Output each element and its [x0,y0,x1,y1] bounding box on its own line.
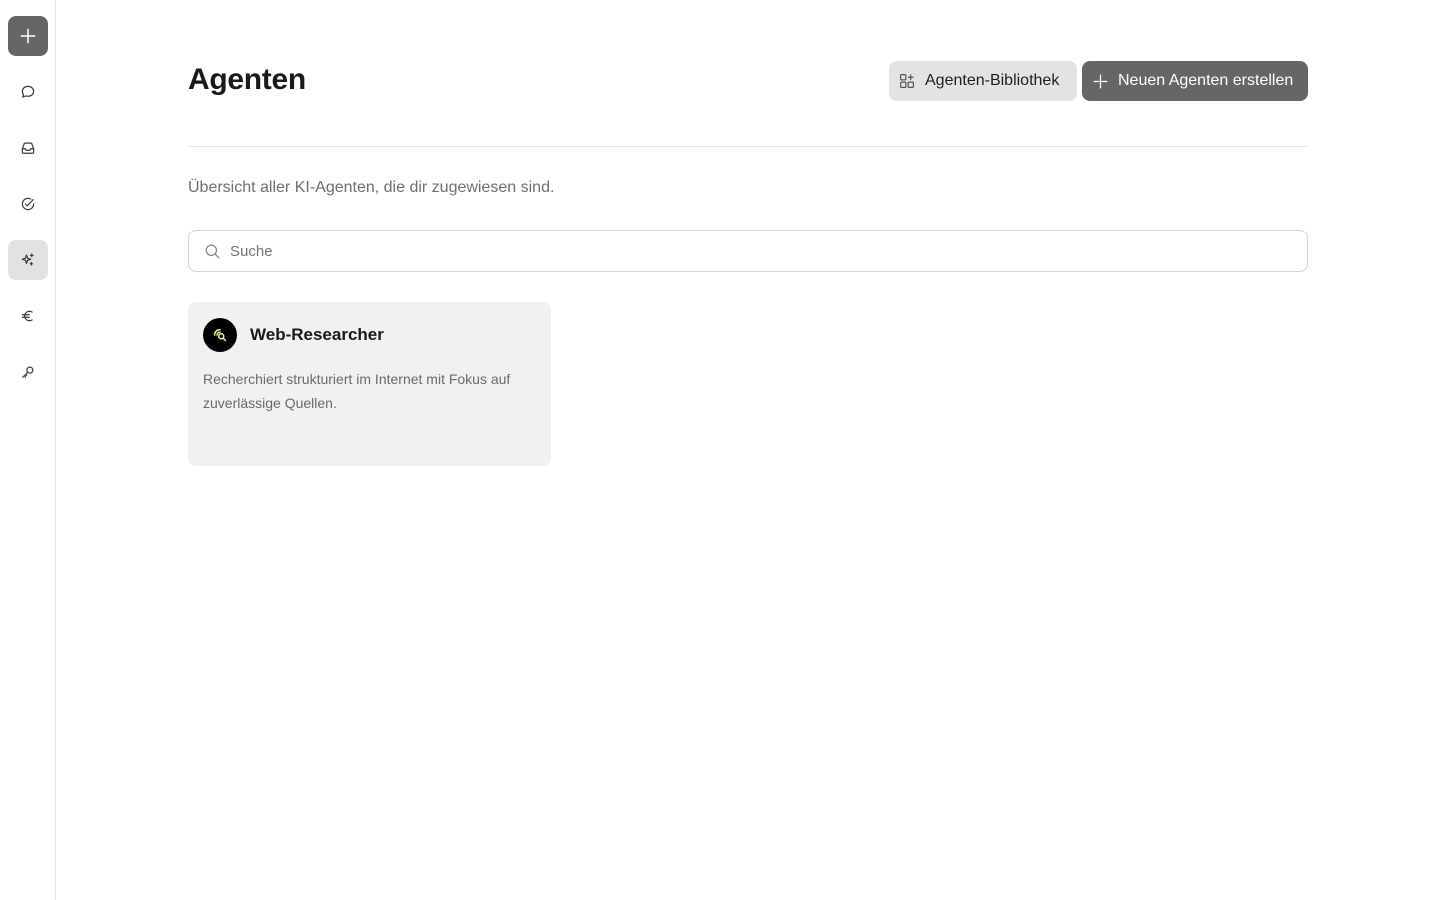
inbox-icon [21,142,35,154]
create-agent-button[interactable]: Neuen Agenten erstellen [1082,61,1308,101]
plus-icon [20,28,36,44]
sidebar-item-inbox[interactable] [8,128,48,168]
chat-bubble-icon [21,85,35,98]
new-chat-button[interactable] [8,16,48,56]
page-title: Agenten [188,63,306,96]
agent-name: Web-Researcher [250,325,384,344]
agent-description: Recherchiert strukturiert im Internet mi… [203,371,511,411]
page-header: Agenten Agenten-Bibliothek Neuen Agenten… [188,61,1308,101]
search-input[interactable] [230,231,1290,271]
check-circle-icon [21,197,35,211]
euro-icon [21,310,33,322]
header-divider [188,146,1308,147]
search-box [188,230,1308,272]
search-icon [205,244,220,259]
sidebar-item-tasks[interactable] [8,184,48,224]
web-search-icon [203,318,237,352]
sidebar-item-chat[interactable] [8,72,48,112]
agent-card-web-researcher[interactable]: Web-Researcher Recherchiert strukturiert… [188,302,551,466]
page-subtitle: Übersicht aller KI-Agenten, die dir zuge… [188,179,555,196]
sidebar [0,0,56,900]
agent-library-label: Agenten-Bibliothek [925,72,1060,89]
plus-icon [1093,74,1108,88]
sidebar-item-keys[interactable] [8,352,48,392]
apps-grid-icon [900,74,914,88]
sidebar-item-billing[interactable] [8,296,48,336]
sparkles-icon [21,253,34,266]
agent-library-button[interactable]: Agenten-Bibliothek [889,61,1077,101]
sidebar-item-agents[interactable] [8,240,48,280]
create-agent-label: Neuen Agenten erstellen [1118,72,1294,89]
key-icon [22,366,34,378]
